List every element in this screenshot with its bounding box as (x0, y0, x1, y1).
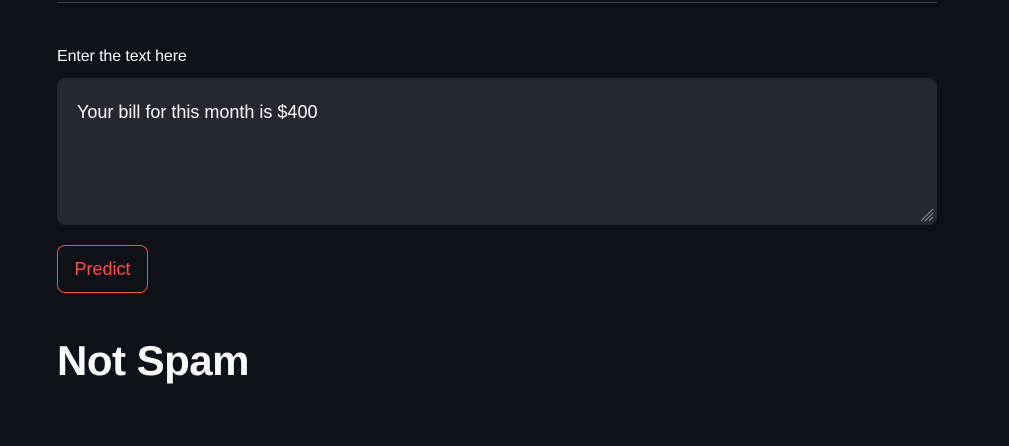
text-input-label: Enter the text here (57, 48, 187, 65)
prediction-result: Not Spam (57, 337, 250, 384)
resize-grip-icon[interactable] (917, 205, 934, 222)
predict-button[interactable]: Predict (57, 245, 148, 293)
message-text-area[interactable]: Your bill for this month is $400 (57, 78, 937, 225)
app-main: Enter the text here Your bill for this m… (0, 0, 1009, 446)
divider (57, 2, 937, 3)
